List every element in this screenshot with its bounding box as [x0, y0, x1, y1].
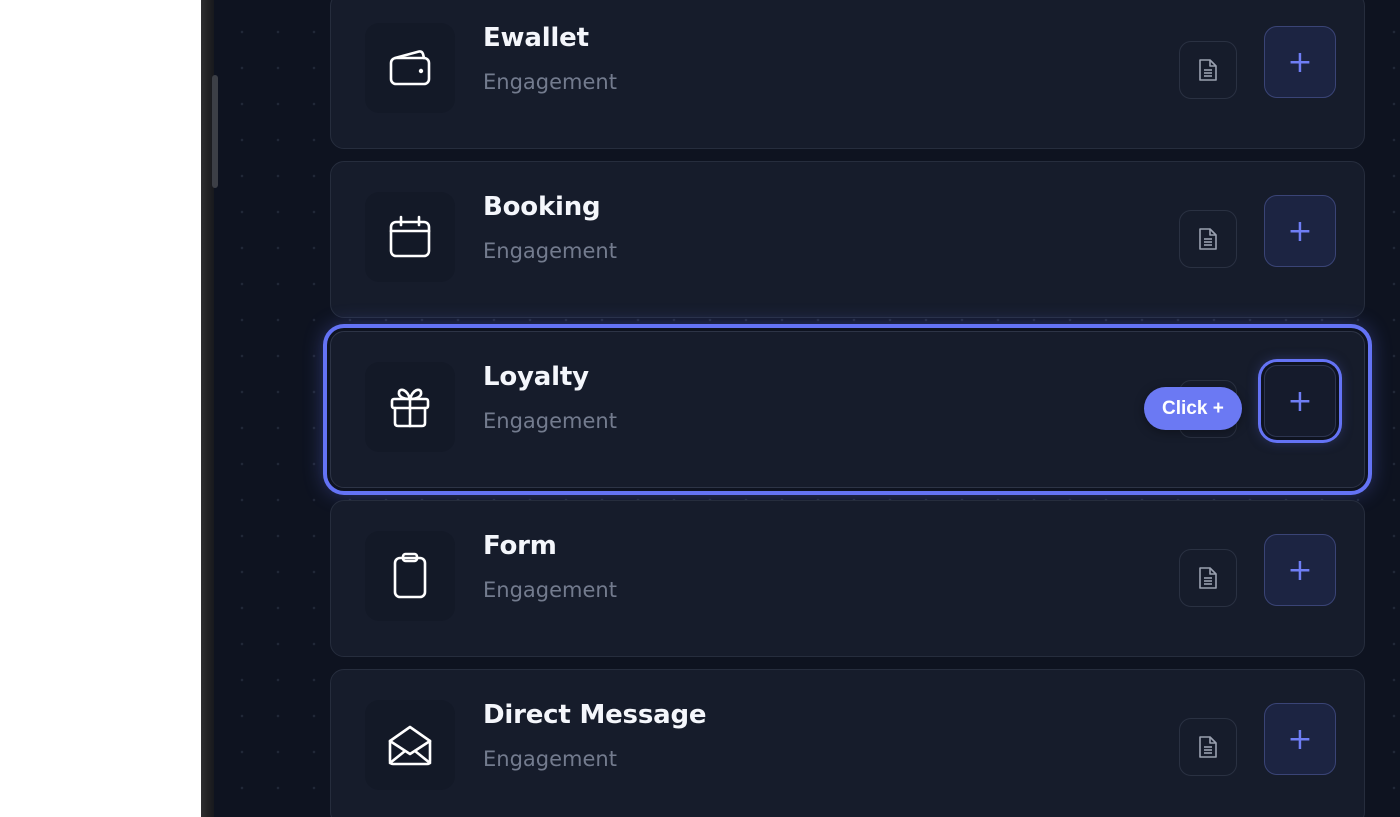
- add-module-button[interactable]: +: [1264, 534, 1336, 606]
- scrollbar-thumb[interactable]: [212, 75, 218, 188]
- envelope-open-icon: [388, 725, 432, 766]
- module-card-loyalty[interactable]: Loyalty Engagement Click + +: [330, 331, 1365, 488]
- module-title: Form: [483, 531, 557, 561]
- module-title: Direct Message: [483, 700, 707, 730]
- module-icon-box: [365, 362, 455, 452]
- module-icon-box: [365, 531, 455, 621]
- module-card-direct-message[interactable]: Direct Message Engagement +: [330, 669, 1365, 817]
- details-button[interactable]: [1179, 549, 1237, 607]
- module-card-booking[interactable]: Booking Engagement +: [330, 161, 1365, 318]
- click-hint-tooltip: Click +: [1144, 387, 1242, 430]
- module-list-panel[interactable]: Ewallet Engagement + Booking Engagement: [214, 0, 1400, 817]
- module-title: Loyalty: [483, 362, 589, 392]
- module-icon-box: [365, 192, 455, 282]
- page-background: [0, 0, 201, 817]
- module-icon-box: [365, 23, 455, 113]
- document-icon: [1199, 567, 1217, 589]
- calendar-icon: [389, 215, 431, 258]
- module-title: Booking: [483, 192, 601, 222]
- gift-icon: [390, 388, 430, 428]
- add-module-button[interactable]: +: [1264, 26, 1336, 98]
- module-title: Ewallet: [483, 23, 589, 53]
- document-icon: [1199, 228, 1217, 250]
- details-button[interactable]: [1179, 718, 1237, 776]
- module-icon-box: [365, 700, 455, 790]
- module-card-form[interactable]: Form Engagement +: [330, 500, 1365, 657]
- document-icon: [1199, 59, 1217, 81]
- clipboard-icon: [393, 552, 427, 599]
- details-button[interactable]: [1179, 41, 1237, 99]
- module-category: Engagement: [483, 70, 617, 94]
- module-category: Engagement: [483, 578, 617, 602]
- module-category: Engagement: [483, 239, 617, 263]
- wallet-icon: [389, 50, 431, 86]
- module-category: Engagement: [483, 409, 617, 433]
- add-module-button[interactable]: +: [1264, 195, 1336, 267]
- module-category: Engagement: [483, 747, 617, 771]
- details-button[interactable]: [1179, 210, 1237, 268]
- document-icon: [1199, 736, 1217, 758]
- module-card-ewallet[interactable]: Ewallet Engagement +: [330, 0, 1365, 149]
- add-module-button[interactable]: +: [1264, 365, 1336, 437]
- add-module-button[interactable]: +: [1264, 703, 1336, 775]
